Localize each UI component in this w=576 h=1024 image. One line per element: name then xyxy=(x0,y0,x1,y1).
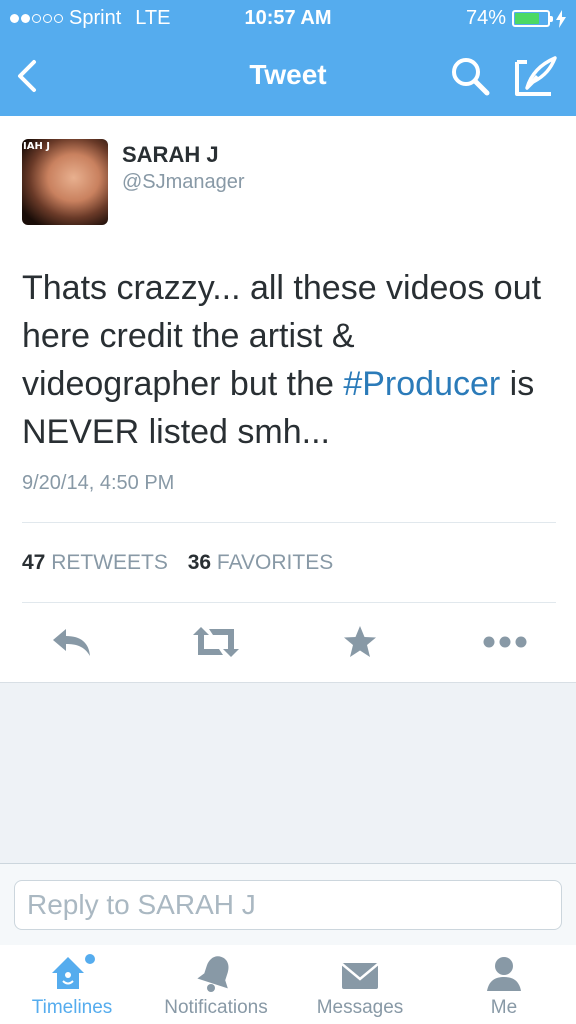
tab-bar: Timelines Notifications Messages Me xyxy=(0,945,576,1024)
tab-label: Timelines xyxy=(31,997,113,1018)
search-button[interactable] xyxy=(450,56,492,98)
tab-label: Notifications xyxy=(164,997,268,1018)
tab-timelines[interactable]: Timelines xyxy=(0,945,144,1024)
avatar-tag: IAH J xyxy=(23,141,51,152)
bell-icon xyxy=(197,956,229,992)
favorites-label: FAVORITES xyxy=(216,551,334,574)
tweet-stats: 47 RETWEETS 36 FAVORITES xyxy=(22,551,347,575)
search-icon xyxy=(452,58,490,96)
author-name[interactable]: SARAH J xyxy=(122,142,219,168)
author-handle[interactable]: @SJmanager xyxy=(122,171,245,194)
retweets-count: 47 xyxy=(22,551,46,574)
avatar[interactable]: IAH J xyxy=(22,139,108,225)
tweet-timestamp: 9/20/14, 4:50 PM xyxy=(22,472,175,494)
favorites-count: 36 xyxy=(187,551,212,574)
divider xyxy=(22,522,556,523)
home-icon xyxy=(52,954,95,989)
reply-button[interactable] xyxy=(47,624,97,660)
reply-input[interactable] xyxy=(14,880,562,930)
tweet-detail: IAH J SARAH J @SJmanager Thats crazzy...… xyxy=(0,116,576,683)
tab-me[interactable]: Me xyxy=(432,945,576,1024)
battery-status: 74% xyxy=(466,7,566,30)
compose-icon xyxy=(515,56,557,96)
person-icon xyxy=(487,957,521,991)
charging-bolt-icon xyxy=(556,9,566,28)
reply-icon xyxy=(53,629,90,656)
retweet-button[interactable] xyxy=(191,624,241,660)
retweets-label: RETWEETS xyxy=(51,551,168,574)
tab-notifications[interactable]: Notifications xyxy=(144,945,288,1024)
battery-percent: 74% xyxy=(465,7,506,29)
hashtag-link[interactable]: #Producer xyxy=(343,365,500,403)
nav-bar: Tweet xyxy=(0,38,576,116)
more-icon xyxy=(483,636,527,648)
envelope-icon xyxy=(341,963,379,989)
tweet-actions xyxy=(0,616,576,666)
retweets-stat[interactable]: 47 RETWEETS xyxy=(22,551,168,574)
battery-level-fill xyxy=(515,13,539,24)
tweet-text: Thats crazzy... all these videos out her… xyxy=(22,264,562,456)
top-bar: Sprint LTE 10:57 AM 74% Tweet xyxy=(0,0,576,116)
divider xyxy=(22,602,556,603)
compose-button[interactable] xyxy=(513,54,559,100)
favorites-stat[interactable]: 36 FAVORITES xyxy=(188,551,334,574)
tab-messages[interactable]: Messages xyxy=(288,945,432,1024)
retweet-icon xyxy=(193,627,239,657)
star-icon xyxy=(344,626,376,657)
battery-icon xyxy=(512,10,553,27)
status-bar: Sprint LTE 10:57 AM 74% xyxy=(0,0,576,38)
more-button[interactable] xyxy=(480,624,530,660)
favorite-button[interactable] xyxy=(335,624,385,660)
tab-label: Me xyxy=(490,997,518,1018)
reply-bar xyxy=(0,863,576,947)
tab-label: Messages xyxy=(316,997,404,1018)
